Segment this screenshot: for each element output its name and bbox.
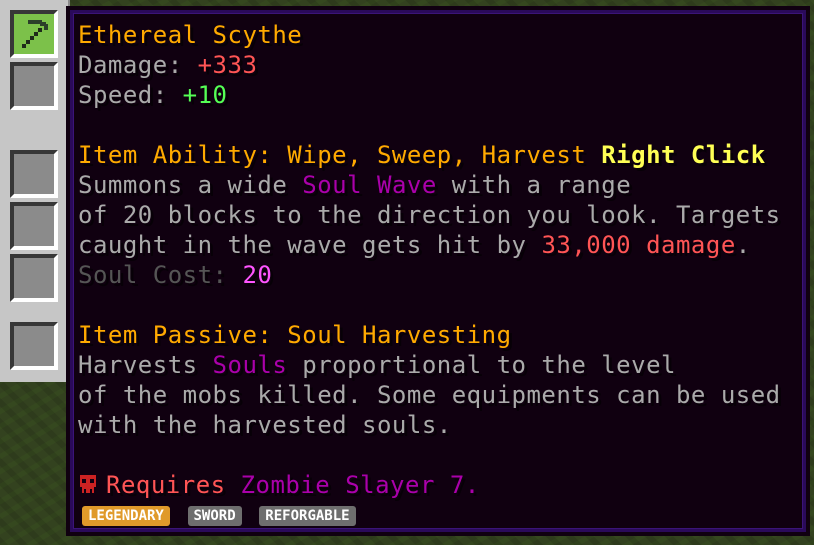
- inventory-slot-selected[interactable]: [10, 10, 58, 58]
- speed-stat: Speed: +10: [78, 80, 228, 110]
- ability-text: .: [735, 231, 751, 259]
- rarity-badge: LEGENDARY: [82, 506, 170, 526]
- item-badges: LEGENDARY SWORD REFORGABLE: [82, 506, 364, 530]
- ability-title: Item Ability: Wipe, Sweep, Harvest Right…: [78, 140, 766, 170]
- ability-keyword: Soul Wave: [302, 171, 437, 199]
- ability-desc-line-3: caught in the wave gets hit by 33,000 da…: [78, 230, 751, 260]
- passive-desc-line-1: Harvests Souls proportional to the level: [78, 350, 676, 380]
- inventory-slot[interactable]: [10, 62, 58, 110]
- passive-text: Harvests: [78, 351, 213, 379]
- inventory-slot[interactable]: [10, 254, 58, 302]
- damage-stat: Damage: +333: [78, 50, 257, 80]
- ability-text: caught in the wave gets hit by: [78, 231, 542, 259]
- passive-title: Item Passive: Soul Harvesting: [78, 321, 512, 349]
- soul-cost: Soul Cost: 20: [78, 260, 272, 290]
- ability-text: Summons a wide: [78, 171, 303, 199]
- inventory-slot[interactable]: [10, 322, 58, 370]
- inventory-slot[interactable]: [10, 150, 58, 198]
- type-badge: SWORD: [187, 506, 242, 526]
- requirement-line: Requires Zombie Slayer 7.: [78, 470, 480, 500]
- ability-trigger: Right Click: [601, 141, 766, 169]
- item-tooltip: Ethereal Scythe Damage: +333 Speed: +10 …: [66, 6, 810, 536]
- ability-desc-line-1: Summons a wide Soul Wave with a range: [78, 170, 631, 200]
- inventory-panel: [0, 0, 70, 382]
- ability-damage: 33,000 damage: [541, 231, 736, 259]
- ability-name: Item Ability: Wipe, Sweep, Harvest: [78, 141, 602, 169]
- skull-icon: [80, 475, 96, 493]
- damage-label: Damage:: [78, 51, 198, 79]
- ability-text: with a range: [436, 171, 632, 199]
- reforgable-badge: REFORGABLE: [259, 506, 356, 526]
- passive-text: proportional to the level: [287, 351, 676, 379]
- passive-desc-line-3: with the harvested souls.: [78, 411, 452, 439]
- damage-value: +333: [197, 51, 258, 79]
- speed-value: +10: [182, 81, 228, 109]
- speed-label: Speed:: [78, 81, 183, 109]
- requirement-label: Requires: [106, 471, 241, 499]
- requirement-target: Zombie Slayer 7.: [240, 471, 480, 499]
- passive-desc-line-2: of the mobs killed. Some equipments can …: [78, 381, 781, 409]
- soul-cost-label: Soul Cost:: [78, 261, 243, 289]
- ability-desc-line-2: of 20 blocks to the direction you look. …: [78, 201, 781, 229]
- inventory-slot[interactable]: [10, 202, 58, 250]
- item-name: Ethereal Scythe: [78, 21, 303, 49]
- soul-cost-value: 20: [242, 261, 273, 289]
- passive-keyword: Souls: [212, 351, 288, 379]
- scythe-icon: [22, 20, 48, 48]
